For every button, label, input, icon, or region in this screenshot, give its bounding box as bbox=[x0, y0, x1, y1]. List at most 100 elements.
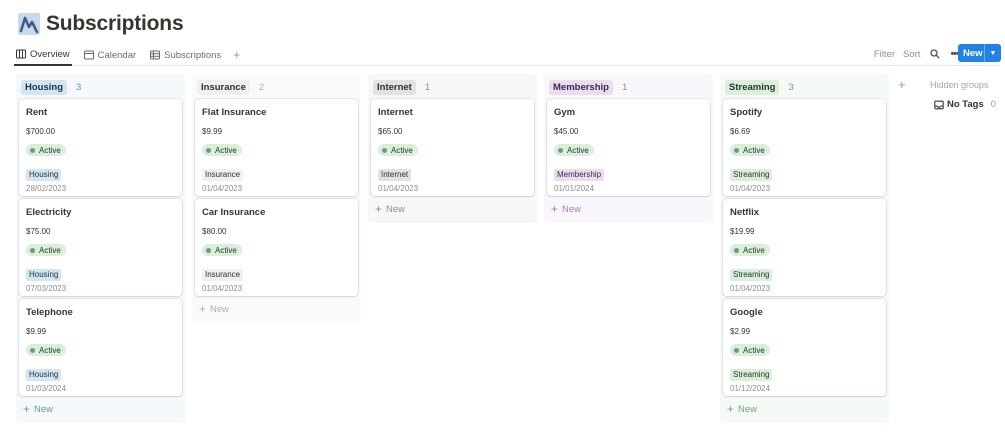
column-count: 3 bbox=[76, 81, 82, 93]
column-header[interactable]: Housing 3 bbox=[19, 77, 182, 97]
status-badge: Active bbox=[730, 244, 770, 256]
subscription-card[interactable]: Gym $45.00 Active Membership 01/01/2024 bbox=[547, 99, 710, 196]
status-badge: Active bbox=[202, 144, 242, 156]
status-badge: Active bbox=[730, 144, 770, 156]
status-label: Active bbox=[215, 245, 237, 255]
subscription-card[interactable]: Car Insurance $80.00 Active Insurance 01/04/… bbox=[195, 199, 358, 296]
hidden-groups-title: Hidden groups bbox=[930, 80, 989, 90]
board: Housing 3 Rent $700.00 Active Housing 28/02/20… bbox=[16, 74, 896, 423]
tab-calendar[interactable]: Calendar bbox=[82, 45, 139, 66]
view-tabs: Overview Calendar Subscriptions + bbox=[14, 44, 240, 66]
status-badge: Active bbox=[26, 344, 66, 356]
column-header[interactable]: Streaming 3 bbox=[723, 77, 886, 97]
filter-button[interactable]: Filter bbox=[874, 49, 895, 60]
status-label: Active bbox=[39, 245, 61, 255]
board-column-streaming: Streaming 3 Spotify $6.69 Active Streaming 01/… bbox=[720, 74, 889, 423]
plus-icon: + bbox=[727, 402, 735, 416]
card-title: Flat Insurance bbox=[202, 107, 267, 118]
status-label: Active bbox=[567, 145, 589, 155]
sort-button[interactable]: Sort bbox=[903, 49, 920, 60]
category-tag: Streaming bbox=[730, 168, 773, 181]
column-new-button[interactable]: + New bbox=[547, 199, 710, 219]
new-button[interactable]: New ▼ bbox=[958, 44, 1001, 62]
status-label: Active bbox=[743, 245, 765, 255]
subscription-card[interactable]: Rent $700.00 Active Housing 28/02/2023 bbox=[19, 99, 182, 196]
status-dot-icon bbox=[734, 147, 739, 153]
column-tag: Membership bbox=[549, 79, 613, 95]
board-view-icon bbox=[16, 49, 26, 59]
add-view-icon[interactable]: + bbox=[233, 48, 240, 62]
status-label: Active bbox=[391, 145, 413, 155]
board-column-membership: Membership 1 Gym $45.00 Active Membership 01/0… bbox=[544, 74, 713, 223]
status-badge: Active bbox=[378, 144, 418, 156]
card-price: $6.69 bbox=[730, 127, 751, 136]
tab-subscriptions[interactable]: Subscriptions bbox=[148, 45, 223, 66]
status-dot-icon bbox=[734, 247, 739, 253]
chevron-down-icon[interactable]: ▼ bbox=[985, 50, 1001, 57]
column-new-button[interactable]: + New bbox=[723, 399, 886, 419]
column-tag: Streaming bbox=[725, 79, 780, 95]
column-new-button[interactable]: + New bbox=[19, 399, 182, 419]
column-header[interactable]: Insurance 2 bbox=[195, 77, 358, 97]
subscription-card[interactable]: Electricity $75.00 Active Housing 07/03/2023 bbox=[19, 199, 182, 296]
subscription-card[interactable]: Google $2.99 Active Streaming 01/12/2024 bbox=[723, 299, 886, 396]
category-tag: Streaming bbox=[730, 268, 773, 281]
card-price: $9.99 bbox=[202, 127, 223, 136]
status-label: Active bbox=[39, 345, 61, 355]
subscription-card[interactable]: Telephone $9.99 Active Housing 01/03/2024 bbox=[19, 299, 182, 396]
card-date: 01/04/2023 bbox=[378, 183, 419, 193]
no-tags-label: No Tags bbox=[947, 99, 984, 110]
subscription-card[interactable]: Internet $65.00 Active Internet 01/04/2023 bbox=[371, 99, 534, 196]
card-title: Telephone bbox=[26, 307, 73, 318]
hidden-group-no-tags[interactable]: No Tags 0 bbox=[934, 99, 996, 110]
card-price: $9.99 bbox=[26, 327, 47, 336]
subscription-card[interactable]: Netflix $19.99 Active Streaming 01/04/2023 bbox=[723, 199, 886, 296]
card-price: $75.00 bbox=[26, 227, 51, 236]
status-dot-icon bbox=[30, 147, 35, 153]
chart-line-icon bbox=[18, 13, 40, 35]
no-tags-count: 0 bbox=[990, 99, 997, 110]
card-title: Rent bbox=[26, 107, 48, 118]
card-title: Google bbox=[730, 307, 763, 318]
subscription-card[interactable]: Spotify $6.69 Active Streaming 01/04/2023 bbox=[723, 99, 886, 196]
column-count: 2 bbox=[258, 81, 265, 93]
column-count: 1 bbox=[621, 81, 628, 93]
card-title: Internet bbox=[378, 107, 413, 118]
new-label: New bbox=[34, 403, 54, 415]
status-badge: Active bbox=[26, 244, 66, 256]
new-label: New bbox=[386, 203, 406, 215]
inbox-icon bbox=[934, 100, 944, 109]
status-badge: Active bbox=[554, 144, 594, 156]
column-header[interactable]: Internet 1 bbox=[371, 77, 534, 97]
status-dot-icon bbox=[30, 347, 35, 353]
card-date: 01/04/2023 bbox=[202, 283, 243, 293]
column-header[interactable]: Membership 1 bbox=[547, 77, 710, 97]
category-tag: Housing bbox=[26, 168, 62, 181]
status-badge: Active bbox=[202, 244, 242, 256]
page-header: Subscriptions bbox=[18, 10, 184, 38]
tab-overview[interactable]: Overview bbox=[14, 44, 72, 66]
column-new-button[interactable]: + New bbox=[371, 199, 534, 219]
new-label: New bbox=[738, 403, 758, 415]
card-title: Gym bbox=[554, 107, 576, 118]
board-column-housing: Housing 3 Rent $700.00 Active Housing 28/02/20… bbox=[16, 74, 185, 423]
column-tag: Insurance bbox=[197, 79, 250, 95]
card-date: 01/04/2023 bbox=[730, 283, 771, 293]
column-new-button[interactable]: + New bbox=[195, 299, 358, 319]
status-label: Active bbox=[39, 145, 61, 155]
status-label: Active bbox=[743, 145, 765, 155]
new-label: New bbox=[562, 203, 582, 215]
card-date: 01/03/2024 bbox=[26, 383, 67, 393]
subscription-card[interactable]: Flat Insurance $9.99 Active Insurance 01/04/… bbox=[195, 99, 358, 196]
plus-icon: + bbox=[23, 402, 31, 416]
add-group-icon[interactable]: + bbox=[898, 77, 906, 92]
card-date: 28/02/2023 bbox=[26, 183, 67, 193]
search-icon[interactable] bbox=[930, 49, 941, 59]
card-price: $2.99 bbox=[730, 327, 751, 336]
table-view-icon bbox=[150, 50, 161, 60]
status-dot-icon bbox=[382, 147, 387, 153]
status-dot-icon bbox=[734, 347, 739, 353]
card-price: $80.00 bbox=[202, 227, 227, 236]
tab-label: Calendar bbox=[97, 49, 137, 61]
category-tag: Housing bbox=[26, 368, 62, 381]
